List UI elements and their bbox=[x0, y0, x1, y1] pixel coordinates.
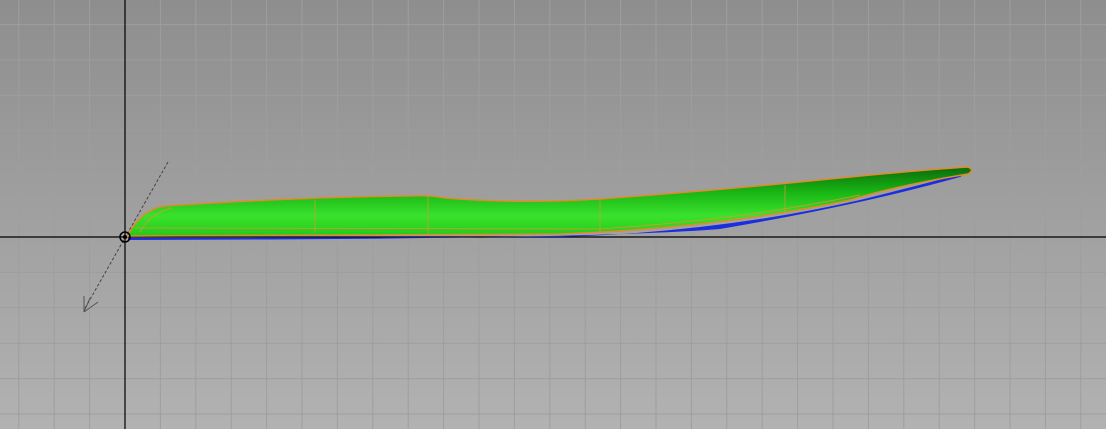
blade-model[interactable] bbox=[126, 166, 973, 240]
cad-viewport[interactable] bbox=[0, 0, 1106, 429]
viewport-canvas[interactable] bbox=[0, 0, 1106, 429]
